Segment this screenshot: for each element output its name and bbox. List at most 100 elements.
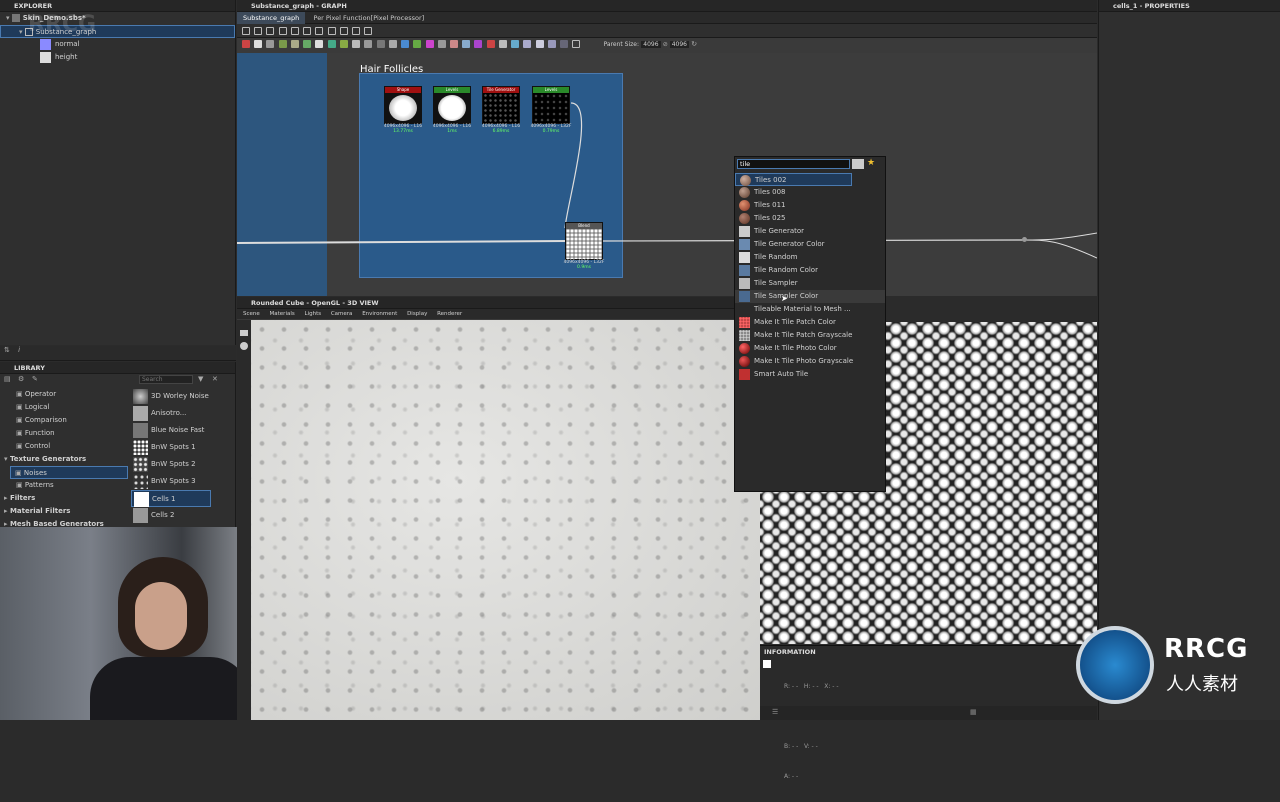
link-icon[interactable]: [315, 27, 324, 35]
lib-item[interactable]: Anisotro...: [131, 405, 231, 422]
grid-icon[interactable]: [339, 27, 348, 35]
node-levels-icon[interactable]: [364, 40, 373, 48]
node-pixel-icon[interactable]: [388, 40, 397, 48]
popup-item-tile-sampler-color[interactable]: Tile Sampler Color ➤: [735, 290, 885, 303]
node-shape[interactable]: Shape: [384, 86, 422, 124]
lib-cat-function[interactable]: ▣ Function: [0, 427, 128, 440]
link-size-icon[interactable]: ⊘: [663, 41, 670, 48]
popup-item-tiles-025[interactable]: Tiles 025: [735, 212, 885, 225]
camera-icon[interactable]: [240, 330, 248, 336]
lib-cat-material-filters[interactable]: ▸ Material Filters: [0, 505, 128, 518]
node-svg-icon[interactable]: [425, 40, 434, 48]
node-fxmap-icon[interactable]: [560, 40, 569, 48]
node-levels-1[interactable]: Levels: [433, 86, 471, 124]
popup-item-make-it-tile-photo-grayscale[interactable]: Make It Tile Photo Grayscale: [735, 355, 885, 368]
list-icon[interactable]: ☰: [772, 708, 778, 716]
node-emboss-icon[interactable]: [315, 40, 324, 48]
pin-icon[interactable]: ⇅: [4, 346, 10, 354]
node-dir-warp-icon[interactable]: [303, 40, 312, 48]
menu-scene[interactable]: Scene: [243, 311, 260, 317]
popup-item-tile-random-color[interactable]: Tile Random Color: [735, 264, 885, 277]
refresh-icon[interactable]: [327, 27, 336, 35]
node-tile-generator[interactable]: Tile Generator: [482, 86, 520, 124]
node-value-icon[interactable]: [474, 40, 483, 48]
library-edit-icon[interactable]: ✎: [32, 375, 38, 383]
lib-item-selected[interactable]: Cells 1: [131, 490, 211, 507]
lib-cat-comparison[interactable]: ▣ Comparison: [0, 414, 128, 427]
lib-item[interactable]: BnW Spots 3: [131, 473, 231, 490]
node-fx-icon[interactable]: [327, 40, 336, 48]
comment-icon[interactable]: [364, 27, 373, 35]
node-sharpen-icon[interactable]: [413, 40, 422, 48]
size-select[interactable]: 4096: [669, 41, 689, 48]
node-shuffle-icon[interactable]: [401, 40, 410, 48]
node-gradient-icon[interactable]: [339, 40, 348, 48]
node-transform-icon[interactable]: [449, 40, 458, 48]
node-bitmap-icon[interactable]: [547, 40, 556, 48]
light-icon[interactable]: [240, 342, 248, 350]
node-warp-icon[interactable]: [462, 40, 471, 48]
lib-cat-patterns[interactable]: ▣ Patterns: [0, 479, 128, 492]
lib-item[interactable]: Blue Noise Fast: [131, 422, 231, 439]
popup-item-tiles-011[interactable]: Tiles 011: [735, 199, 885, 212]
move-icon[interactable]: [254, 27, 263, 35]
lib-item[interactable]: BnW Spots 1: [131, 439, 231, 456]
lib-item[interactable]: BnW Spots 2: [131, 456, 231, 473]
popup-item-tile-random[interactable]: Tile Random: [735, 251, 885, 264]
popup-item-make-it-tile-patch-color[interactable]: Make It Tile Patch Color: [735, 316, 885, 329]
node-blend-icon[interactable]: [254, 40, 263, 48]
menu-materials[interactable]: Materials: [270, 311, 295, 317]
node-curve-icon[interactable]: [290, 40, 299, 48]
popup-search-input[interactable]: [737, 159, 850, 169]
popup-item-tile-sampler[interactable]: Tile Sampler: [735, 277, 885, 290]
view3d-viewport[interactable]: [251, 320, 760, 720]
node-blend[interactable]: Blend: [565, 222, 603, 260]
camera-icon[interactable]: [266, 27, 275, 35]
zoom-icon[interactable]: [278, 27, 287, 35]
parent-size-select[interactable]: 4096: [641, 41, 661, 48]
popup-item-make-it-tile-photo-color[interactable]: Make It Tile Photo Color: [735, 342, 885, 355]
library-view-icon[interactable]: ▤: [4, 375, 11, 383]
graph-canvas[interactable]: Hair Follicles: [237, 53, 1097, 296]
tree-output-normal[interactable]: normal: [0, 38, 235, 51]
node-grayscale-icon[interactable]: [523, 40, 532, 48]
node-blur-icon[interactable]: [266, 40, 275, 48]
lib-cat-logical[interactable]: ▣ Logical: [0, 401, 128, 414]
library-search-input[interactable]: [139, 375, 193, 384]
lib-cat-texture-generators[interactable]: ▾ Texture Generators: [0, 453, 128, 466]
frame-icon[interactable]: [242, 27, 250, 35]
popup-item-make-it-tile-patch-grayscale[interactable]: Make It Tile Patch Grayscale: [735, 329, 885, 342]
node-comment-icon[interactable]: [572, 40, 581, 48]
node-levels-2[interactable]: Levels: [532, 86, 570, 124]
frame2-icon[interactable]: [352, 27, 361, 35]
menu-lights[interactable]: Lights: [305, 311, 322, 317]
library-close-icon[interactable]: ✕: [212, 375, 218, 383]
snap-icon[interactable]: [303, 27, 312, 35]
menu-camera[interactable]: Camera: [331, 311, 353, 317]
tab-substance-graph[interactable]: Substance_graph: [237, 12, 306, 24]
node-text-icon[interactable]: [437, 40, 446, 48]
lib-cat-control[interactable]: ▣ Control: [0, 440, 128, 453]
popup-filter-icon[interactable]: [852, 159, 864, 169]
menu-display[interactable]: Display: [407, 311, 427, 317]
lib-item[interactable]: Cells 2: [131, 507, 231, 524]
library-funnel-icon[interactable]: ▼: [198, 375, 203, 383]
grid-icon[interactable]: ▦: [970, 708, 977, 716]
popup-item-tile-generator[interactable]: Tile Generator: [735, 225, 885, 238]
reset-icon[interactable]: ↻: [691, 40, 697, 48]
library-filter-icon[interactable]: ⚙: [18, 375, 24, 383]
popup-item-tiles-002[interactable]: Tiles 002: [735, 173, 852, 186]
menu-renderer[interactable]: Renderer: [437, 311, 462, 317]
popup-item-tiles-008[interactable]: Tiles 008: [735, 186, 885, 199]
favorite-star-icon[interactable]: ★: [867, 158, 875, 168]
popup-item-tileable-material[interactable]: Tileable Material to Mesh ...: [735, 303, 885, 316]
lib-item[interactable]: 3D Worley Noise: [131, 388, 231, 405]
node-output-icon[interactable]: [486, 40, 495, 48]
menu-environment[interactable]: Environment: [362, 311, 397, 317]
node-uniform-icon[interactable]: [242, 40, 250, 48]
lib-cat-operator[interactable]: ▣ Operator: [0, 388, 128, 401]
popup-item-smart-auto-tile[interactable]: Smart Auto Tile: [735, 368, 885, 381]
popup-item-tile-generator-color[interactable]: Tile Generator Color: [735, 238, 885, 251]
align-icon[interactable]: [290, 27, 299, 35]
node-hsl-icon[interactable]: [352, 40, 361, 48]
